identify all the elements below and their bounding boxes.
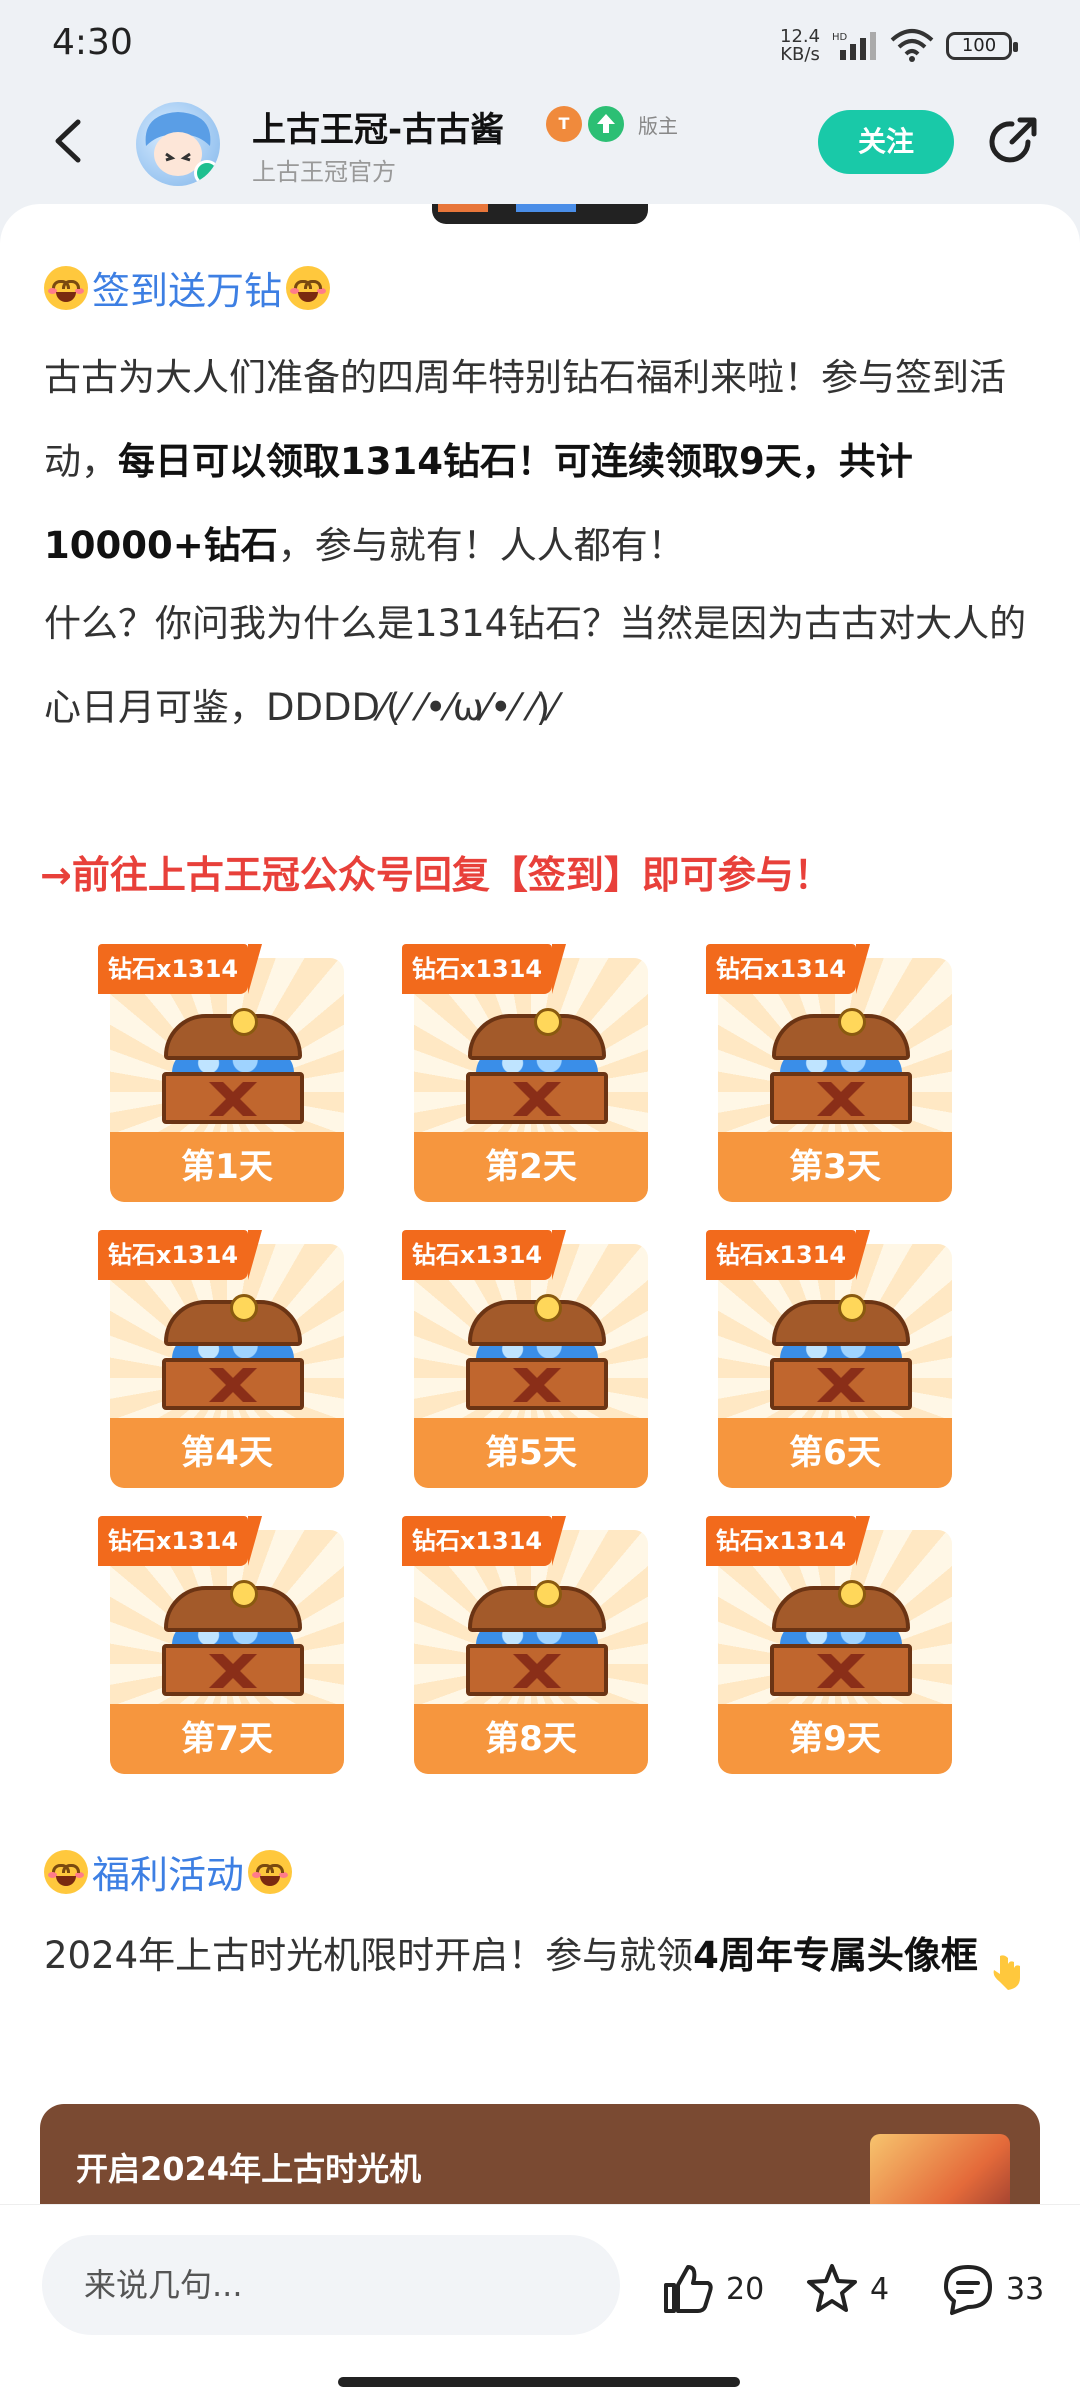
status-time: 4:30 — [52, 22, 133, 63]
share-icon[interactable] — [982, 112, 1042, 172]
like-count: 20 — [726, 2271, 765, 2307]
signin-day-card: 第9天 钻石x1314 — [706, 1516, 952, 1774]
grin-emoji-icon — [44, 265, 88, 310]
grin-emoji-icon — [248, 1849, 293, 1894]
network-speed: 12.4 KB/s — [780, 26, 821, 65]
section-title-signin: 签到送万钻 — [44, 260, 331, 315]
day-label: 第3天 — [718, 1132, 952, 1202]
diamond-amount-tag: 钻石x1314 — [402, 1230, 566, 1280]
signal-icon: HD — [832, 32, 876, 60]
avatar[interactable] — [136, 102, 220, 186]
time-machine-card[interactable]: 开启2024年上古时光机 请领周年头像框，扶3万钻0.648头像 — [40, 2104, 1040, 2214]
signin-day-card: 第3天 钻石x1314 — [706, 944, 952, 1202]
diamond-amount-tag: 钻石x1314 — [98, 1230, 262, 1280]
treasure-chest-icon — [158, 1294, 308, 1410]
day-label: 第7天 — [110, 1704, 344, 1774]
bottom-action-bar: 来说几句... 20 4 33 — [0, 2204, 1080, 2401]
treasure-chest-icon — [766, 1294, 916, 1410]
verified-icon — [194, 160, 220, 186]
diamond-amount-tag: 钻石x1314 — [98, 1516, 262, 1566]
body-paragraph-3: 2024年上古时光机限时开启！参与就领4周年专属头像框 — [44, 1914, 1040, 1998]
comment-input[interactable]: 来说几句... — [42, 2235, 620, 2335]
follow-button[interactable]: 关注 — [818, 110, 954, 174]
favorite-count: 4 — [870, 2271, 890, 2307]
signin-day-card: 第1天 钻石x1314 — [98, 944, 344, 1202]
signin-day-card: 第4天 钻石x1314 — [98, 1230, 344, 1488]
treasure-chest-icon — [766, 1580, 916, 1696]
signin-day-card: 第5天 钻石x1314 — [402, 1230, 648, 1488]
favorite-button[interactable]: 4 — [804, 2261, 889, 2317]
day-card-bg: 第4天 — [110, 1244, 344, 1488]
day-card-bg: 第1天 — [110, 958, 344, 1202]
battery-icon: 100 — [946, 32, 1018, 60]
like-button[interactable]: 20 — [660, 2261, 764, 2317]
day-label: 第6天 — [718, 1418, 952, 1488]
day-label: 第8天 — [414, 1704, 648, 1774]
day-card-bg: 第9天 — [718, 1530, 952, 1774]
grin-emoji-icon — [286, 265, 331, 310]
role-label: 版主 — [638, 114, 678, 138]
day-card-bg: 第3天 — [718, 958, 952, 1202]
diamond-amount-tag: 钻石x1314 — [706, 944, 870, 994]
treasure-chest-icon — [158, 1580, 308, 1696]
treasure-chest-icon — [462, 1580, 612, 1696]
body-paragraph-1: 古古为大人们准备的四周年特别钻石福利来啦！参与签到活动，每日可以领取1314钻石… — [44, 356, 1006, 567]
point-down-emoji-icon — [990, 1938, 1026, 1990]
promo-thumbnail — [870, 2134, 1010, 2214]
day-card-bg: 第6天 — [718, 1244, 952, 1488]
comment-icon — [944, 2265, 992, 2315]
grin-emoji-icon — [44, 1849, 88, 1894]
author-name[interactable]: 上古王冠-古古酱 — [252, 102, 504, 151]
treasure-chest-icon — [158, 1008, 308, 1124]
day-label: 第4天 — [110, 1418, 344, 1488]
author-subtitle: 上古王冠官方 — [252, 158, 396, 186]
home-indicator[interactable] — [338, 2377, 740, 2387]
promo-title: 开启2024年上古时光机 — [76, 2150, 422, 2188]
day-card-bg: 第2天 — [414, 958, 648, 1202]
day-card-bg: 第8天 — [414, 1530, 648, 1774]
svg-text:HD: HD — [832, 32, 848, 43]
thumbs-up-icon — [664, 2265, 713, 2313]
diamond-amount-tag: 钻石x1314 — [706, 1230, 870, 1280]
day-label: 第5天 — [414, 1418, 648, 1488]
section-title-welfare: 福利活动 — [44, 1844, 293, 1899]
image-edge — [432, 204, 648, 224]
star-icon — [807, 2264, 857, 2312]
back-icon[interactable] — [46, 116, 96, 166]
treasure-chest-icon — [462, 1294, 612, 1410]
diamond-amount-tag: 钻石x1314 — [402, 1516, 566, 1566]
body-paragraph-2: 什么？你问我为什么是1314钻石？当然是因为古古对大人的心日月可鉴，DDDD⁄(… — [44, 602, 1027, 729]
upgrade-badge-icon — [588, 106, 624, 142]
status-bar: 4:30 12.4 KB/s HD 100 — [0, 0, 1080, 90]
signin-day-card: 第8天 钻石x1314 — [402, 1516, 648, 1774]
signin-day-card: 第2天 钻石x1314 — [402, 944, 648, 1202]
signin-day-card: 第6天 钻石x1314 — [706, 1230, 952, 1488]
day-card-bg: 第5天 — [414, 1244, 648, 1488]
diamond-amount-tag: 钻石x1314 — [402, 944, 566, 994]
signin-instruction: →前往上古王冠公众号回复【签到】即可参与！ — [40, 853, 832, 897]
treasure-chest-icon — [462, 1008, 612, 1124]
diamond-amount-tag: 钻石x1314 — [706, 1516, 870, 1566]
day-label: 第9天 — [718, 1704, 952, 1774]
day-label: 第1天 — [110, 1132, 344, 1202]
level-badge-icon: T — [546, 106, 582, 142]
post-content: 签到送万钻 古古为大人们准备的四周年特别钻石福利来啦！参与签到活动，每日可以领取… — [0, 204, 1080, 2214]
day-card-bg: 第7天 — [110, 1530, 344, 1774]
diamond-amount-tag: 钻石x1314 — [98, 944, 262, 994]
signin-day-card: 第7天 钻石x1314 — [98, 1516, 344, 1774]
day-label: 第2天 — [414, 1132, 648, 1202]
post-header: 上古王冠-古古酱 T 版主 上古王冠官方 关注 — [0, 90, 1080, 202]
comment-count: 33 — [1006, 2271, 1045, 2307]
wifi-icon — [890, 29, 934, 62]
comment-button[interactable]: 33 — [940, 2261, 1044, 2317]
treasure-chest-icon — [766, 1008, 916, 1124]
